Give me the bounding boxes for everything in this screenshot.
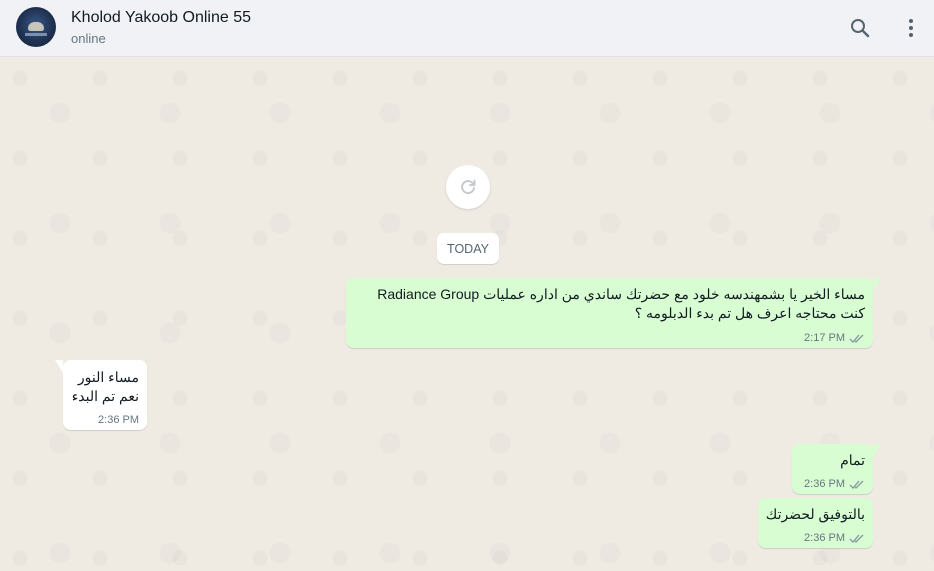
double-check-icon xyxy=(849,480,864,489)
avatar-logo-mark xyxy=(28,22,44,31)
avatar-logo-text xyxy=(25,33,47,36)
double-check-icon xyxy=(849,334,864,343)
chat-header: Kholod Yakoob Online 55 online xyxy=(0,0,934,57)
bubble-tail xyxy=(873,278,881,291)
message-text-line: نعم تم البدء xyxy=(71,388,139,404)
message-time: 2:36 PM xyxy=(804,532,845,544)
message-time: 2:36 PM xyxy=(98,414,139,426)
more-vertical-icon[interactable] xyxy=(899,16,923,40)
contact-avatar[interactable] xyxy=(16,7,56,47)
message-text-line: كنت محتاجه اعرف هل تم بدء الدبلومه ؟ xyxy=(634,305,865,321)
double-check-icon xyxy=(849,534,864,543)
message-meta: 2:36 PM xyxy=(804,478,865,490)
message-text-line: بالتوفيق لحضرتك xyxy=(765,506,865,522)
message-time: 2:36 PM xyxy=(804,478,845,490)
message-outgoing[interactable]: تمام 2:36 PM xyxy=(792,444,881,494)
message-meta: 2:17 PM xyxy=(804,332,865,344)
message-text-line: مساء النور xyxy=(77,369,139,385)
refresh-icon[interactable] xyxy=(446,165,490,209)
message-outgoing[interactable]: مساء الخير يا بشمهندسه خلود مع حضرتك سان… xyxy=(346,278,881,348)
message-meta: 2:36 PM xyxy=(98,414,139,426)
search-icon[interactable] xyxy=(848,16,872,40)
bubble-tail xyxy=(55,360,63,373)
bubble-tail xyxy=(873,444,881,457)
message-text-line: مساء الخير يا بشمهندسه خلود مع حضرتك سان… xyxy=(377,286,865,302)
message-outgoing[interactable]: بالتوفيق لحضرتك 2:36 PM xyxy=(758,498,873,548)
contact-name[interactable]: Kholod Yakoob Online 55 xyxy=(71,9,251,27)
message-incoming[interactable]: مساء النور نعم تم البدء 2:36 PM xyxy=(55,360,147,430)
message-time: 2:17 PM xyxy=(804,332,845,344)
message-meta: 2:36 PM xyxy=(804,532,865,544)
date-divider: TODAY xyxy=(437,233,499,264)
contact-status: online xyxy=(71,31,106,46)
message-text-line: تمام xyxy=(840,452,865,468)
